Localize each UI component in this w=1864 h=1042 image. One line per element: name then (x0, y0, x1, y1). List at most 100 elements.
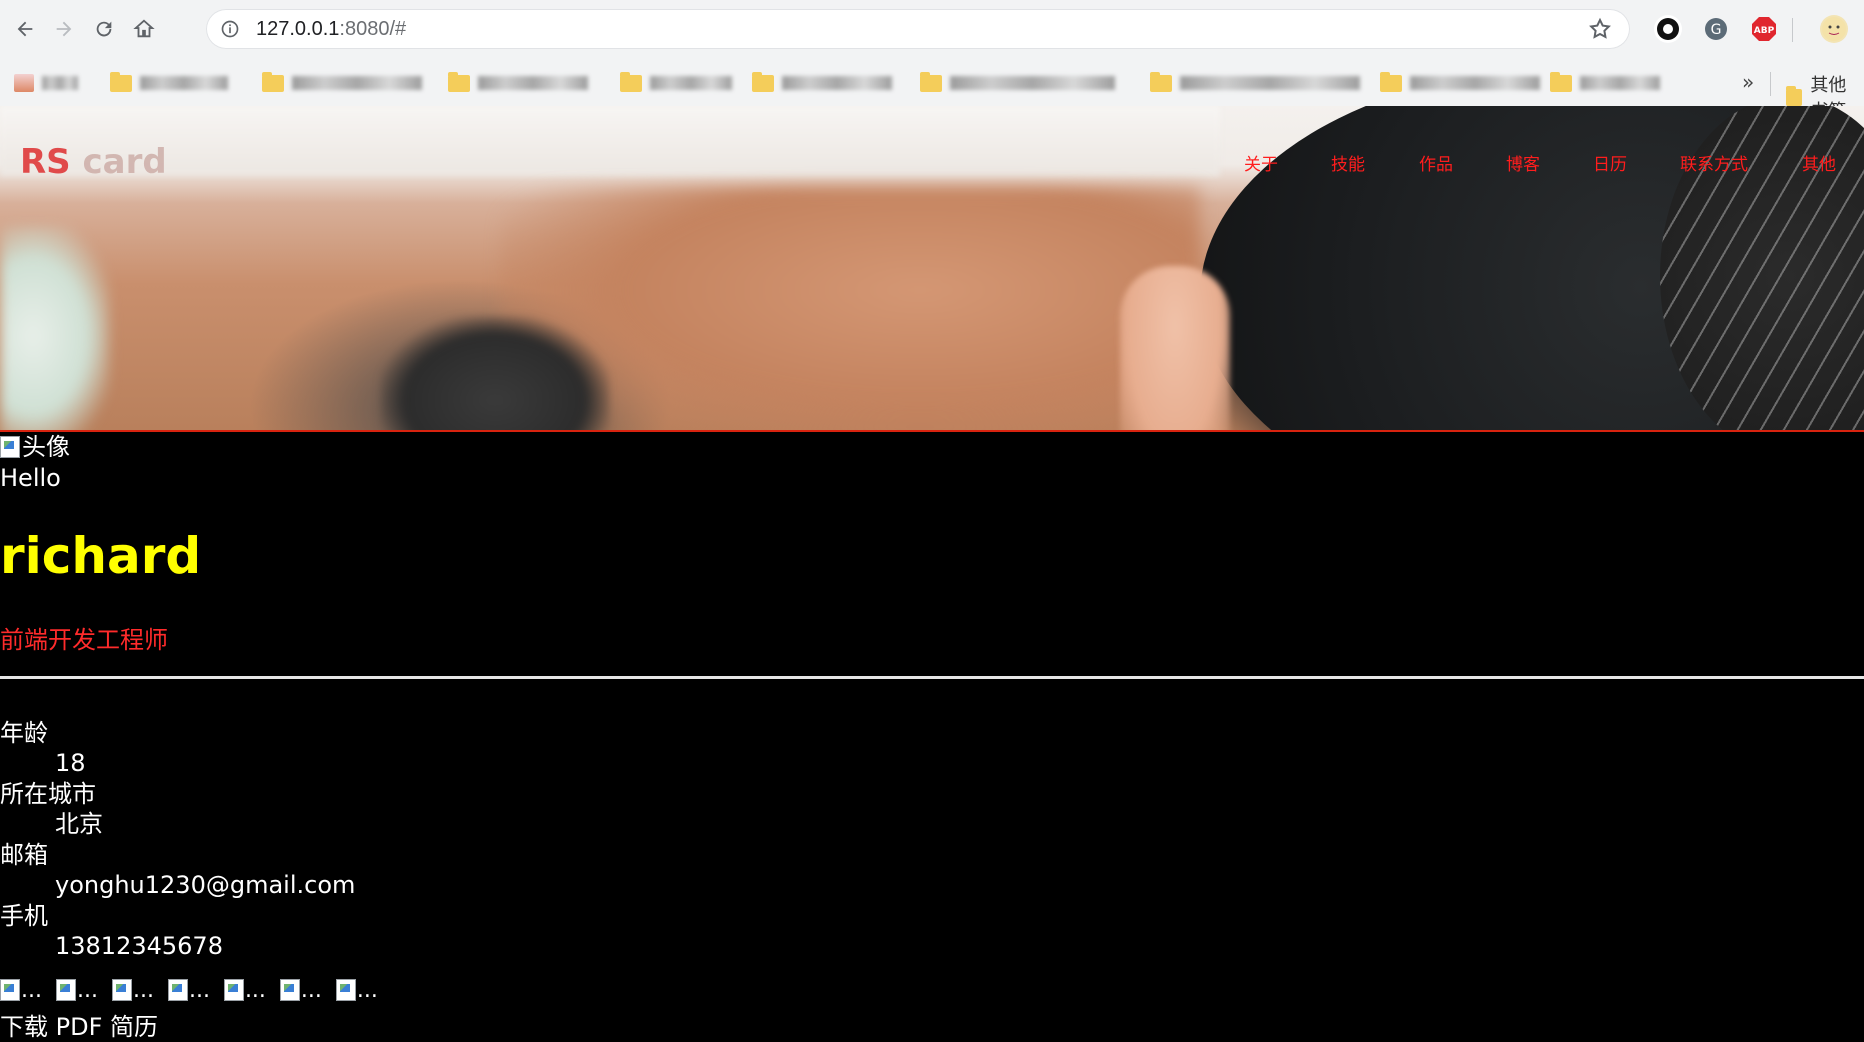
blurred-label (950, 76, 1115, 90)
broken-image-icon (167, 979, 188, 1001)
hero-banner: RS card 关于 技能 作品 博客 日历 联系方式 其他 (0, 106, 1864, 432)
avatar: 头像 (0, 432, 70, 462)
bookmark-folder[interactable] (1380, 70, 1540, 96)
download-pdf-link[interactable]: 下载 PDF 简历 (0, 1007, 158, 1042)
social-link[interactable]: ... (167, 977, 210, 1003)
blurred-label (140, 76, 228, 90)
hero-bg-glass (0, 226, 110, 430)
bookmark-folder[interactable] (262, 70, 422, 96)
hero-bg-sunglasses (380, 316, 610, 430)
blurred-label (1180, 76, 1360, 90)
bookmark-folder[interactable] (448, 70, 588, 96)
info-value-phone: 13812345678 (55, 932, 223, 960)
bookmark-item[interactable] (14, 70, 78, 96)
bookmark-folder[interactable] (1550, 70, 1660, 96)
bookmark-folder[interactable] (920, 70, 1115, 96)
blurred-label (1580, 76, 1660, 90)
broken-image-icon (279, 979, 300, 1001)
info-list: 年龄 18 所在城市 北京 邮箱 yonghu1230@gmail.com 手机… (0, 718, 600, 962)
social-alt: ... (76, 977, 98, 1003)
nav-blog[interactable]: 博客 (1506, 150, 1540, 175)
profile-title: 前端开发工程师 (0, 626, 168, 654)
reload-icon (96, 21, 112, 37)
bookmarks-overflow-button[interactable]: » (1742, 70, 1754, 94)
back-button[interactable] (10, 14, 40, 44)
address-bar[interactable]: 127.0.0.1:8080/# (206, 9, 1630, 49)
bookmark-folder[interactable] (110, 70, 228, 96)
svg-text:G: G (1711, 22, 1722, 38)
info-icon[interactable] (220, 19, 240, 39)
folder-icon (110, 71, 132, 92)
info-label-email: 邮箱 (0, 841, 48, 869)
folder-icon (620, 71, 642, 92)
broken-image-icon (0, 436, 20, 458)
folder-icon (752, 71, 774, 92)
folder-icon (262, 71, 284, 92)
profile-avatar-icon[interactable] (1820, 15, 1848, 43)
broken-image-icon (335, 979, 356, 1001)
avatar-alt-text: 头像 (22, 433, 70, 461)
forward-arrow-icon (56, 21, 72, 37)
bookmarks-bar: » 其他书签 (0, 62, 1864, 122)
toolbar-separator (1792, 18, 1793, 42)
social-alt: ... (188, 977, 210, 1003)
folder-icon (920, 71, 942, 92)
nav-skills[interactable]: 技能 (1331, 150, 1365, 175)
info-value-age: 18 (55, 749, 86, 777)
folder-icon (1550, 71, 1572, 92)
nav-contact[interactable]: 联系方式 (1680, 150, 1748, 175)
folder-icon (1380, 71, 1402, 92)
info-label-phone: 手机 (0, 902, 48, 930)
blurred-label (1410, 76, 1540, 90)
blurred-label (478, 76, 588, 90)
url-text[interactable]: 127.0.0.1:8080/# (256, 18, 406, 41)
folder-icon (448, 71, 470, 92)
info-label-city: 所在城市 (0, 780, 96, 808)
apps-icon (14, 74, 34, 92)
bookmarks-separator (1770, 72, 1771, 96)
home-button[interactable] (129, 14, 159, 44)
nav-other[interactable]: 其他 (1802, 150, 1836, 175)
broken-image-icon (223, 979, 244, 1001)
social-link[interactable]: ... (55, 977, 98, 1003)
url-path: :8080/# (339, 18, 407, 40)
social-link[interactable]: ... (335, 977, 378, 1003)
social-alt: ... (21, 977, 42, 1003)
folder-icon (1150, 71, 1172, 92)
greeting: Hello (0, 464, 61, 492)
info-value-city: 北京 (55, 810, 103, 838)
bookmark-folder[interactable] (1150, 70, 1360, 96)
divider (0, 676, 1864, 679)
nav-about[interactable]: 关于 (1244, 150, 1278, 175)
social-link[interactable]: ... (0, 977, 42, 1003)
reload-button[interactable] (89, 14, 119, 44)
broken-image-icon (55, 979, 76, 1001)
social-alt: ... (244, 977, 266, 1003)
grammar-extension-icon[interactable]: G (1702, 15, 1730, 43)
social-alt: ... (132, 977, 154, 1003)
social-alt: ... (356, 977, 378, 1003)
blurred-label (782, 76, 892, 90)
social-alt: ... (300, 977, 322, 1003)
record-extension-icon[interactable] (1654, 15, 1682, 43)
bookmark-folder[interactable] (752, 70, 892, 96)
bookmark-star-icon[interactable] (1588, 17, 1612, 41)
blurred-label (292, 76, 422, 90)
broken-image-icon (0, 979, 20, 1001)
bookmark-folder[interactable] (620, 70, 732, 96)
social-link[interactable]: ... (223, 977, 266, 1003)
home-icon (133, 19, 155, 38)
forward-button[interactable] (49, 14, 79, 44)
browser-toolbar: 127.0.0.1:8080/# G ABP (0, 0, 1864, 62)
broken-image-icon (111, 979, 132, 1001)
blurred-label (42, 76, 78, 90)
info-value-email[interactable]: yonghu1230@gmail.com (55, 870, 600, 901)
nav-works[interactable]: 作品 (1419, 150, 1453, 175)
social-link[interactable]: ... (111, 977, 154, 1003)
nav-calendar[interactable]: 日历 (1593, 150, 1627, 175)
hero-bg-thumb (1120, 266, 1230, 430)
social-link[interactable]: ... (279, 977, 322, 1003)
back-arrow-icon (17, 21, 33, 37)
main-nav: 关于 技能 作品 博客 日历 联系方式 其他 (0, 150, 1864, 180)
adblock-extension-icon[interactable]: ABP (1750, 15, 1778, 43)
